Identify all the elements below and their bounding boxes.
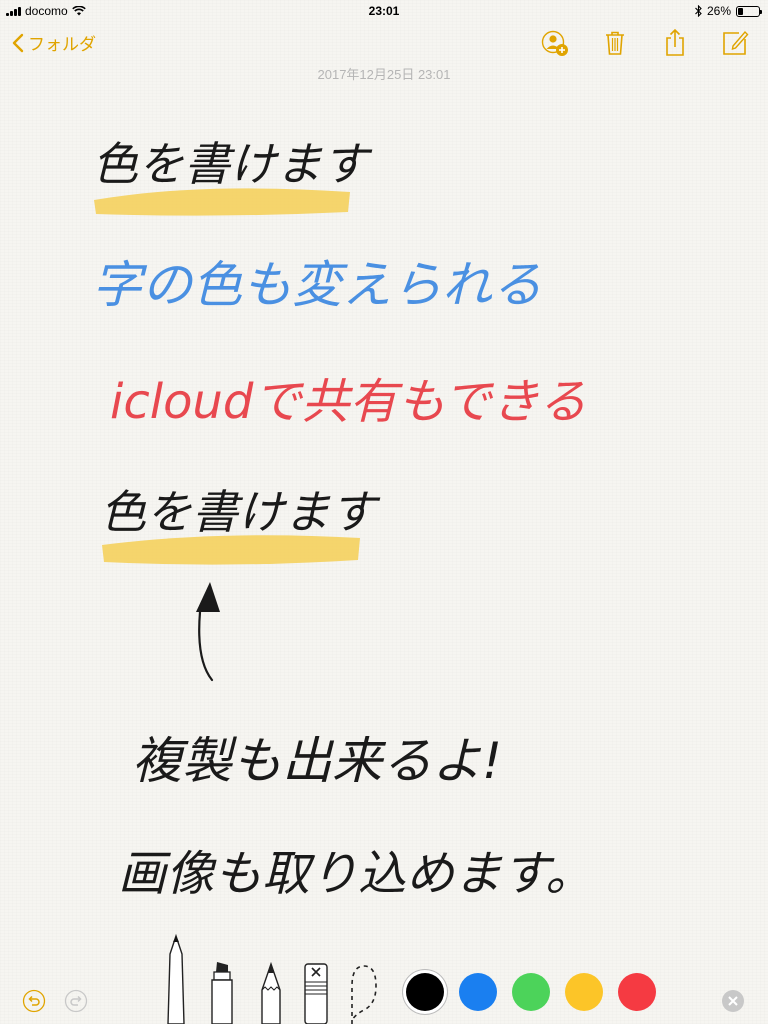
highlight-stroke	[102, 535, 360, 565]
color-swatch-black[interactable]	[406, 973, 444, 1011]
note-line-3: icloudで共有もできる	[110, 374, 586, 430]
color-swatch-blue[interactable]	[459, 973, 497, 1011]
arrow-stroke	[198, 610, 214, 682]
eraser-icon[interactable]	[300, 962, 332, 1024]
drawing-toolbar	[0, 930, 768, 1024]
close-toolbar-icon[interactable]	[721, 989, 745, 1013]
undo-icon[interactable]	[22, 989, 46, 1013]
lasso-icon[interactable]	[344, 960, 384, 1024]
arrowhead-stroke	[196, 582, 220, 612]
handwriting-canvas[interactable]: 色を書けます 字の色も変えられる icloudで共有もできる 色を書けます 複製…	[0, 0, 768, 1024]
note-line-4: 色を書けます	[100, 485, 381, 539]
color-swatch-green[interactable]	[512, 973, 550, 1011]
highlight-stroke	[94, 188, 350, 216]
marker-icon[interactable]	[206, 960, 238, 1024]
note-line-6: 画像も取り込めます。	[118, 846, 593, 902]
pencil-icon[interactable]	[256, 962, 286, 1024]
note-line-2: 字の色も変えられる	[92, 256, 542, 314]
color-swatch-red[interactable]	[618, 973, 656, 1011]
note-line-5: 複製も出来るよ!	[132, 732, 502, 790]
color-swatch-yellow[interactable]	[565, 973, 603, 1011]
redo-icon[interactable]	[64, 989, 88, 1013]
pen-icon[interactable]	[160, 934, 192, 1024]
note-line-1: 色を書けます	[92, 137, 373, 191]
